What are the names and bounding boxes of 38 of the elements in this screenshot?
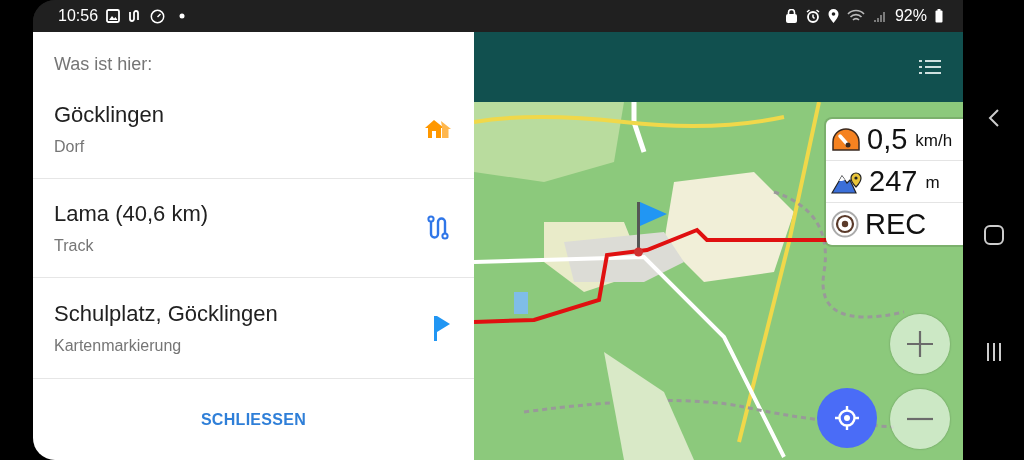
widget-unit: km/h <box>915 131 953 151</box>
result-type: Dorf <box>54 138 86 156</box>
recent-apps-icon[interactable] <box>984 341 1003 362</box>
widget-unit: m <box>925 173 940 193</box>
house-icon <box>425 118 451 140</box>
home-icon[interactable] <box>983 225 1004 245</box>
widget-value: REC <box>865 207 927 241</box>
result-title[interactable]: Göcklingen <box>54 102 425 128</box>
result-title[interactable]: Schulplatz, Göcklingen <box>54 301 433 327</box>
panel-title: Was ist hier: <box>53 53 154 76</box>
image-icon <box>106 9 121 23</box>
back-icon[interactable] <box>987 108 1000 129</box>
battery-icon <box>935 9 943 23</box>
result-type: Track <box>54 237 95 255</box>
crosshair-icon <box>834 405 860 431</box>
widget-value: 247 <box>869 165 918 198</box>
result-type: Kartenmarkierung <box>54 337 183 355</box>
speedometer-icon <box>150 8 166 24</box>
signal-icon <box>872 9 887 23</box>
close-button[interactable]: SCHLIESSEN <box>163 379 344 460</box>
clock-time: 10:56 <box>58 7 99 25</box>
flag-marker-icon <box>634 200 668 258</box>
mountain-pin-icon <box>831 169 863 194</box>
lock-icon <box>784 9 798 23</box>
wifi-icon <box>846 9 865 23</box>
result-title[interactable]: Lama (40,6 km) <box>54 201 427 227</box>
record-icon <box>831 210 859 238</box>
plus-icon <box>906 330 934 358</box>
battery-percent: 92% <box>894 7 927 25</box>
alarm-icon <box>805 9 820 23</box>
flag-icon <box>433 315 451 341</box>
route-icon <box>427 215 451 241</box>
minus-icon <box>906 417 934 421</box>
location-pin-icon <box>827 9 839 23</box>
widget-value: 0,5 <box>867 123 908 156</box>
list-icon[interactable] <box>919 59 941 75</box>
dot-icon <box>179 13 186 19</box>
speedometer-icon <box>831 126 861 153</box>
